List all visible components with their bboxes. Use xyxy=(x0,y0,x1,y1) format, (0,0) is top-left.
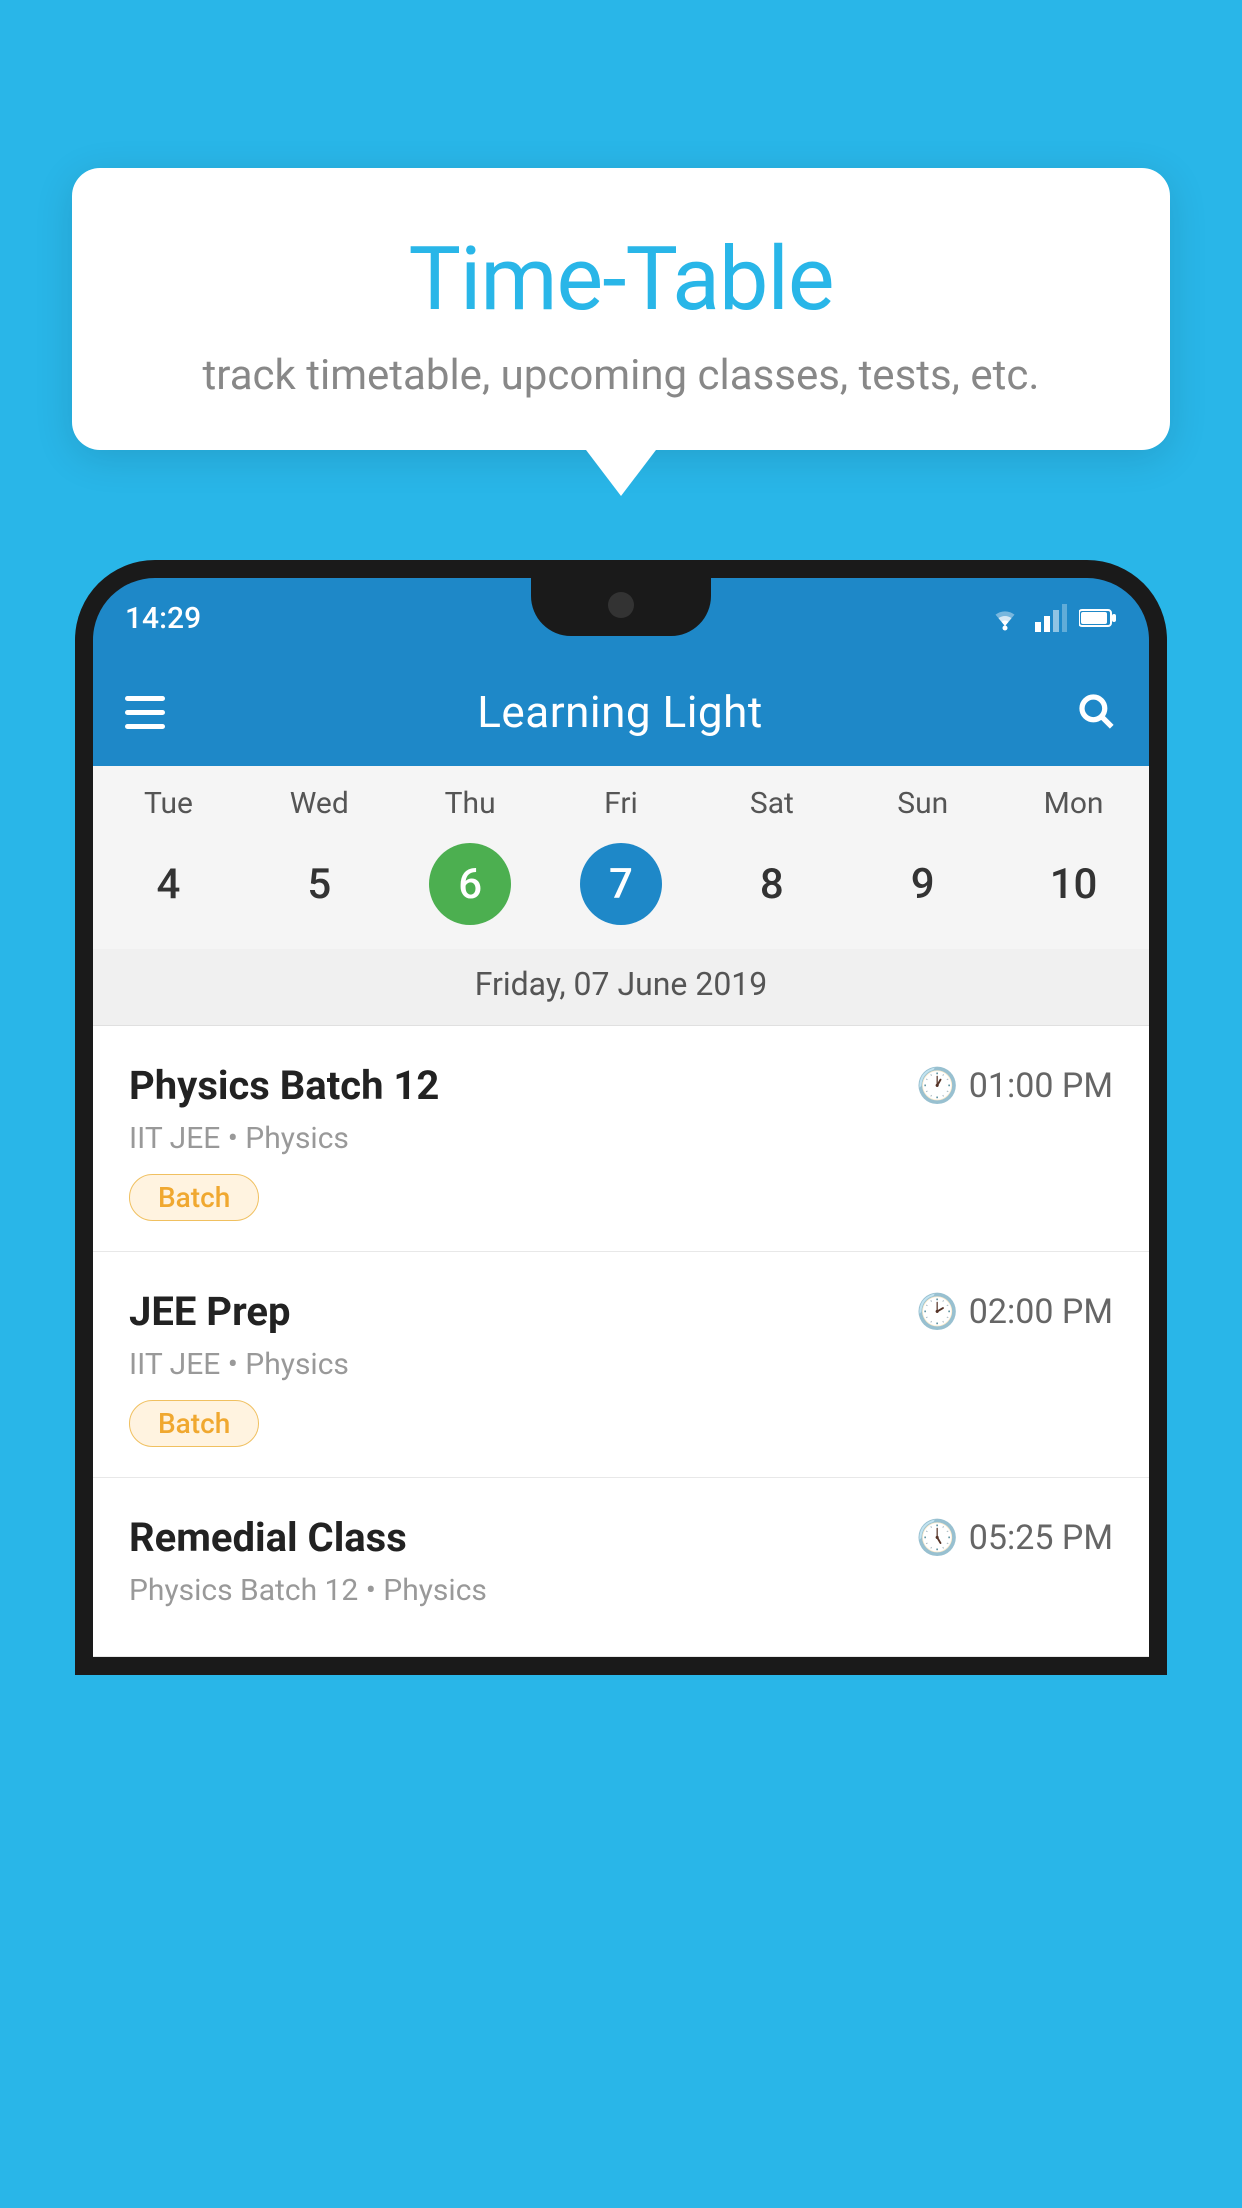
day-tue: Tue xyxy=(93,786,244,821)
schedule-title-1: Physics Batch 12 xyxy=(129,1062,439,1109)
schedule-item-3[interactable]: Remedial Class 🕔 05:25 PM Physics Batch … xyxy=(93,1478,1149,1657)
app-bar: Learning Light xyxy=(93,658,1149,766)
day-sat: Sat xyxy=(696,786,847,821)
date-6-today[interactable]: 6 xyxy=(395,839,546,929)
date-7-selected[interactable]: 7 xyxy=(546,839,697,929)
status-time: 14:29 xyxy=(125,601,201,636)
selected-date-label: Friday, 07 June 2019 xyxy=(93,949,1149,1026)
schedule-item-1[interactable]: Physics Batch 12 🕐 01:00 PM IIT JEE • Ph… xyxy=(93,1026,1149,1252)
batch-badge-1: Batch xyxy=(129,1174,259,1221)
status-icons xyxy=(987,604,1117,632)
app-bar-title: Learning Light xyxy=(477,686,763,738)
schedule-title-3: Remedial Class xyxy=(129,1514,407,1561)
schedule-title-2: JEE Prep xyxy=(129,1288,290,1335)
clock-icon-2: 🕑 xyxy=(916,1292,958,1332)
date-5[interactable]: 5 xyxy=(244,839,395,929)
intro-card: Time-Table track timetable, upcoming cla… xyxy=(72,168,1170,450)
phone-outer: 14:29 xyxy=(75,560,1167,1675)
calendar-days-header: Tue Wed Thu Fri Sat Sun Mon xyxy=(93,766,1149,829)
camera-dot xyxy=(608,592,634,618)
schedule-meta-3: Physics Batch 12 • Physics xyxy=(129,1573,1113,1608)
date-4[interactable]: 4 xyxy=(93,839,244,929)
schedule-meta-2: IIT JEE • Physics xyxy=(129,1347,1113,1382)
day-thu: Thu xyxy=(395,786,546,821)
schedule-time-1: 🕐 01:00 PM xyxy=(916,1066,1113,1106)
status-bar: 14:29 xyxy=(93,578,1149,658)
date-9[interactable]: 9 xyxy=(847,839,998,929)
hamburger-menu-icon[interactable] xyxy=(125,696,165,729)
clock-icon-1: 🕐 xyxy=(916,1066,958,1106)
schedule-time-2: 🕑 02:00 PM xyxy=(916,1292,1113,1332)
date-8[interactable]: 8 xyxy=(696,839,847,929)
day-wed: Wed xyxy=(244,786,395,821)
schedule-item-2[interactable]: JEE Prep 🕑 02:00 PM IIT JEE • Physics Ba… xyxy=(93,1252,1149,1478)
schedule-time-3: 🕔 05:25 PM xyxy=(916,1518,1113,1558)
search-icon xyxy=(1075,690,1117,732)
signal-icon xyxy=(1035,604,1067,632)
phone-mockup: 14:29 xyxy=(75,560,1167,2208)
wifi-icon xyxy=(987,604,1023,632)
schedule-meta-1: IIT JEE • Physics xyxy=(129,1121,1113,1156)
date-10[interactable]: 10 xyxy=(998,839,1149,929)
calendar-dates: 4 5 6 7 8 9 10 xyxy=(93,829,1149,949)
card-title: Time-Table xyxy=(122,228,1120,331)
card-subtitle: track timetable, upcoming classes, tests… xyxy=(122,351,1120,400)
calendar-section: Tue Wed Thu Fri Sat Sun Mon 4 5 6 7 xyxy=(93,766,1149,1026)
batch-badge-2: Batch xyxy=(129,1400,259,1447)
battery-icon xyxy=(1079,607,1117,629)
day-sun: Sun xyxy=(847,786,998,821)
schedule-list: Physics Batch 12 🕐 01:00 PM IIT JEE • Ph… xyxy=(93,1026,1149,1657)
day-fri: Fri xyxy=(546,786,697,821)
day-mon: Mon xyxy=(998,786,1149,821)
search-button[interactable] xyxy=(1075,690,1117,735)
clock-icon-3: 🕔 xyxy=(916,1518,958,1558)
